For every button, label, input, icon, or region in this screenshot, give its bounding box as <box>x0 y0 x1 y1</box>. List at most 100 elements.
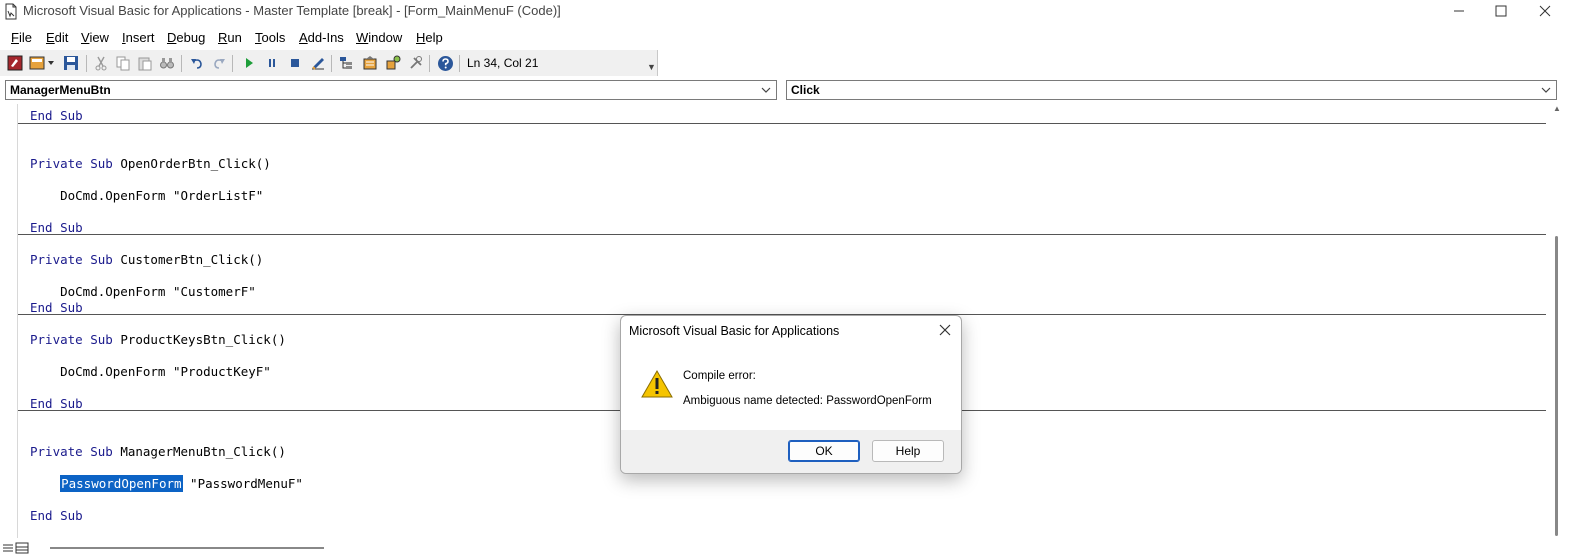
object-combo[interactable]: ManagerMenuBtn <box>5 80 777 100</box>
code-keyword: Private Sub <box>30 332 113 347</box>
project-explorer-icon <box>340 57 352 69</box>
menu-edit[interactable]: Edit <box>46 30 68 45</box>
help-button[interactable] <box>436 54 454 72</box>
code-line[interactable]: DoCmd.OpenForm "ProductKeyF" <box>30 364 271 379</box>
menu-help[interactable]: Help <box>416 30 443 45</box>
procedure-separator <box>18 234 1546 235</box>
code-text: DoCmd.OpenForm "OrderListF" <box>30 188 264 203</box>
design-mode-button[interactable] <box>309 54 327 72</box>
code-line[interactable]: Private Sub OpenOrderBtn_Click() <box>30 156 271 171</box>
menu-file[interactable]: File <box>11 30 32 45</box>
access-icon <box>7 55 23 71</box>
redo-button[interactable] <box>210 54 228 72</box>
horizontal-scroll-thumb[interactable] <box>50 547 324 549</box>
code-text: ProductKeysBtn_Click() <box>112 332 286 347</box>
procedure-combo-value: Click <box>791 83 820 97</box>
code-line[interactable]: End Sub <box>30 508 83 523</box>
menu-window[interactable]: Window <box>356 30 402 45</box>
run-button[interactable] <box>240 54 258 72</box>
dialog-title: Microsoft Visual Basic for Applications <box>629 324 840 338</box>
toolbox-icon <box>410 56 422 69</box>
minimize-button[interactable] <box>1436 0 1482 22</box>
close-window-button[interactable] <box>1522 0 1568 22</box>
compile-error-dialog: Microsoft Visual Basic for Applications … <box>620 315 962 474</box>
play-icon <box>246 58 253 68</box>
code-line[interactable]: End Sub <box>30 300 83 315</box>
insert-module-button[interactable] <box>28 54 46 72</box>
code-line[interactable]: End Sub <box>30 396 83 411</box>
copy-button[interactable] <box>114 54 132 72</box>
code-line[interactable]: DoCmd.OpenForm "OrderListF" <box>30 188 263 203</box>
maximize-icon <box>1495 5 1507 17</box>
code-line[interactable]: Private Sub ProductKeysBtn_Click() <box>30 332 286 347</box>
cursor-position: Ln 34, Col 21 <box>467 56 539 70</box>
code-keyword: Private Sub <box>30 444 113 459</box>
code-text: OpenOrderBtn_Click() <box>112 156 271 171</box>
binoculars-icon <box>160 58 174 69</box>
vertical-scrollbar[interactable]: ▲ <box>1549 104 1566 538</box>
code-text: End Sub <box>30 396 83 411</box>
menu-insert[interactable]: Insert <box>122 30 155 45</box>
undo-button[interactable] <box>188 54 206 72</box>
help-dialog-button[interactable]: Help <box>872 440 944 462</box>
cut-button[interactable] <box>92 54 110 72</box>
help-icon <box>437 55 453 71</box>
horizontal-scrollbar[interactable] <box>0 538 1575 558</box>
scroll-up-icon[interactable]: ▲ <box>1553 104 1561 113</box>
menu-debug[interactable]: Debug <box>167 30 205 45</box>
vertical-scroll-thumb[interactable] <box>1555 236 1558 536</box>
warning-icon <box>641 369 673 398</box>
object-browser-button[interactable] <box>384 54 402 72</box>
toolbar-separator <box>86 55 87 72</box>
insert-dropdown-arrow[interactable] <box>46 54 56 72</box>
properties-window-button[interactable] <box>361 54 379 72</box>
code-text: End Sub <box>30 108 83 123</box>
save-button[interactable] <box>62 54 80 72</box>
toolbar-separator <box>429 55 430 72</box>
vba-app-icon <box>5 3 17 20</box>
project-explorer-button[interactable] <box>338 54 356 72</box>
menu-add-ins[interactable]: Add-Ins <box>299 30 344 45</box>
paste-button[interactable] <box>136 54 154 72</box>
minimize-icon <box>1454 10 1464 12</box>
code-keyword: Private Sub <box>30 156 113 171</box>
copy-icon <box>116 56 130 71</box>
reset-button[interactable] <box>286 54 304 72</box>
code-line[interactable]: PasswordOpenForm "PasswordMenuF" <box>30 475 303 492</box>
code-text: End Sub <box>30 220 83 235</box>
procedure-combo[interactable]: Click <box>786 80 1557 100</box>
cut-icon <box>95 56 107 71</box>
code-text: End Sub <box>30 508 83 523</box>
break-button[interactable] <box>263 54 281 72</box>
menu-run[interactable]: Run <box>218 30 242 45</box>
menu-view[interactable]: View <box>81 30 109 45</box>
pause-icon <box>269 59 275 67</box>
code-line[interactable]: Private Sub CustomerBtn_Click() <box>30 252 263 267</box>
toolbar-options-icon[interactable]: ▼ <box>647 62 656 74</box>
view-toggle-icon[interactable] <box>2 540 30 556</box>
code-line[interactable]: DoCmd.OpenForm "CustomerF" <box>30 284 256 299</box>
properties-icon <box>363 56 377 70</box>
view-access-button[interactable] <box>6 54 24 72</box>
code-line[interactable]: Private Sub ManagerMenuBtn_Click() <box>30 444 286 459</box>
selected-text[interactable]: PasswordOpenForm <box>60 475 183 492</box>
maximize-button[interactable] <box>1478 0 1524 22</box>
ok-button[interactable]: OK <box>788 440 860 462</box>
dialog-button-area: OK Help <box>621 430 961 473</box>
toolbox-button[interactable] <box>407 54 425 72</box>
chevron-down-icon <box>761 87 771 93</box>
code-text: CustomerBtn_Click() <box>112 252 264 267</box>
save-icon <box>64 56 78 70</box>
code-text: DoCmd.OpenForm "ProductKeyF" <box>30 364 271 379</box>
menu-tools[interactable]: Tools <box>255 30 285 45</box>
title-bar: Microsoft Visual Basic for Applications … <box>0 0 1575 24</box>
code-text: ManagerMenuBtn_Click() <box>112 444 286 459</box>
window-title: Microsoft Visual Basic for Applications … <box>23 3 561 18</box>
find-button[interactable] <box>158 54 176 72</box>
close-icon <box>1539 5 1551 17</box>
code-line[interactable]: End Sub <box>30 220 83 235</box>
object-combo-value: ManagerMenuBtn <box>10 83 111 97</box>
dialog-close-icon[interactable] <box>937 322 953 338</box>
code-line[interactable]: End Sub <box>30 108 83 123</box>
